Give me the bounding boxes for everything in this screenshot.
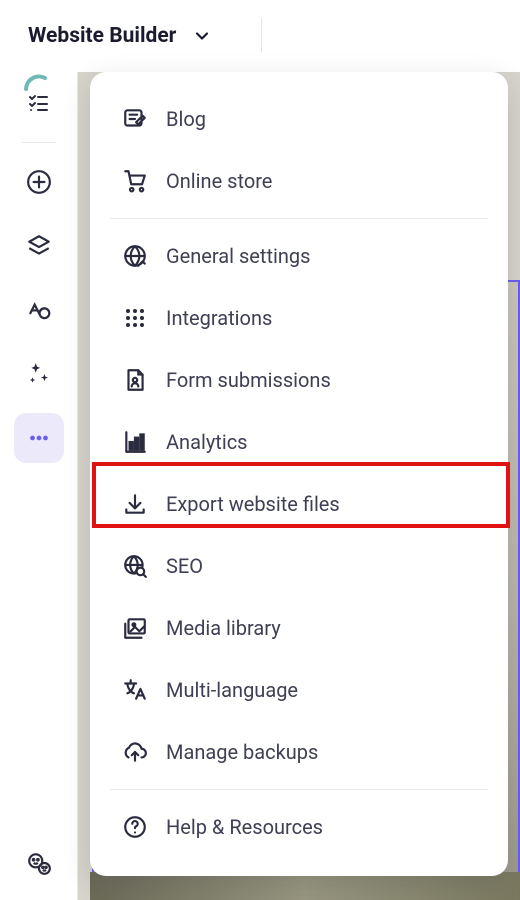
menu-item-media-library[interactable]: Media library — [96, 597, 502, 659]
sidebar-add-button[interactable] — [14, 157, 64, 207]
menu-item-online-store[interactable]: Online store — [96, 150, 502, 212]
menu-item-label: Integrations — [166, 306, 272, 330]
menu-item-multi-language[interactable]: Multi-language — [96, 659, 502, 721]
chevron-down-icon[interactable] — [192, 26, 212, 46]
help-icon — [120, 814, 150, 840]
app-title: Website Builder — [28, 24, 176, 48]
cart-icon — [120, 168, 150, 194]
chart-icon — [120, 429, 150, 455]
header: Website Builder — [0, 0, 520, 72]
sidebar — [0, 72, 78, 900]
progress-arc-icon — [20, 70, 58, 108]
menu-item-general-settings[interactable]: General settings — [96, 225, 502, 287]
menu-item-manage-backups[interactable]: Manage backups — [96, 721, 502, 783]
sidebar-separator — [22, 142, 56, 143]
canvas-bottom-strip — [90, 872, 520, 900]
sidebar-styles-button[interactable] — [14, 285, 64, 335]
seo-icon — [120, 553, 150, 579]
cloud-backup-icon — [120, 739, 150, 765]
menu-item-help[interactable]: Help & Resources — [96, 796, 502, 858]
menu-item-label: Help & Resources — [166, 815, 323, 839]
sidebar-layers-button[interactable] — [14, 221, 64, 271]
menu-item-form-submissions[interactable]: Form submissions — [96, 349, 502, 411]
menu-item-label: Media library — [166, 616, 281, 640]
menu-separator — [110, 218, 488, 219]
menu-separator — [110, 789, 488, 790]
menu-item-label: Blog — [166, 107, 206, 131]
header-divider — [261, 18, 262, 52]
menu-item-seo[interactable]: SEO — [96, 535, 502, 597]
menu-item-analytics[interactable]: Analytics — [96, 411, 502, 473]
menu-item-blog[interactable]: Blog — [96, 88, 502, 150]
menu-item-export[interactable]: Export website files — [96, 473, 502, 535]
blog-icon — [120, 106, 150, 132]
menu-item-label: Export website files — [166, 492, 340, 516]
translate-icon — [120, 677, 150, 703]
menu-item-label: Manage backups — [166, 740, 318, 764]
menu-item-label: General settings — [166, 244, 310, 268]
sidebar-more-button[interactable] — [14, 413, 64, 463]
form-icon — [120, 367, 150, 393]
globe-settings-icon — [120, 243, 150, 269]
media-icon — [120, 615, 150, 641]
sidebar-feedback-button[interactable] — [14, 838, 64, 888]
more-menu-dropdown: Blog Online store General settings Integ… — [90, 72, 508, 876]
download-icon — [120, 491, 150, 517]
menu-item-label: SEO — [166, 554, 203, 578]
sidebar-ai-button[interactable] — [14, 349, 64, 399]
sidebar-checklist-button[interactable] — [14, 78, 64, 128]
grid-icon — [120, 306, 150, 330]
menu-item-integrations[interactable]: Integrations — [96, 287, 502, 349]
menu-item-label: Multi-language — [166, 678, 298, 702]
menu-item-label: Form submissions — [166, 368, 331, 392]
menu-item-label: Online store — [166, 169, 272, 193]
menu-item-label: Analytics — [166, 430, 248, 454]
